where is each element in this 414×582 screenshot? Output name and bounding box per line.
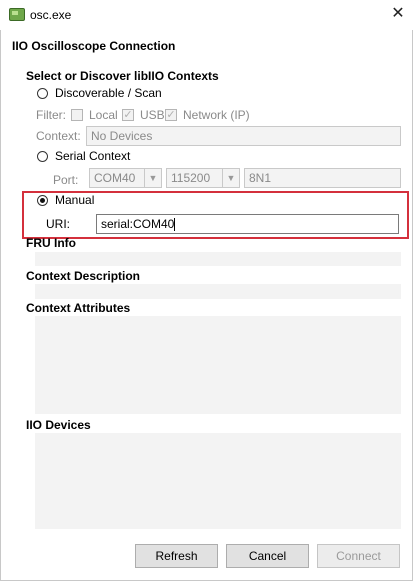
window-title: osc.exe bbox=[30, 8, 72, 22]
context-description-title: Context Description bbox=[26, 269, 141, 283]
port-label: Port: bbox=[53, 173, 79, 187]
uri-label: URI: bbox=[46, 217, 70, 231]
iio-devices-title: IIO Devices bbox=[26, 418, 91, 432]
dialog-heading: IIO Oscilloscope Connection bbox=[12, 39, 176, 53]
iio-devices-panel bbox=[35, 433, 401, 529]
port-value: COM40 bbox=[94, 171, 136, 185]
fru-info-title: FRU Info bbox=[26, 236, 76, 250]
manual-label: Manual bbox=[55, 193, 95, 207]
filter-network-label: Network (IP) bbox=[183, 108, 250, 122]
context-description-panel bbox=[35, 284, 401, 299]
port-combobox[interactable]: COM40 ▼ bbox=[89, 168, 162, 188]
cancel-button-label: Cancel bbox=[248, 549, 287, 563]
context-combobox[interactable]: No Devices bbox=[86, 126, 401, 146]
title-bar: osc.exe ✕ bbox=[0, 0, 414, 30]
chevron-down-icon: ▼ bbox=[144, 169, 161, 187]
connect-button[interactable]: Connect bbox=[317, 544, 400, 568]
serial-format-field[interactable]: 8N1 bbox=[244, 168, 401, 188]
uri-value: serial:COM40 bbox=[101, 217, 175, 231]
connect-button-label: Connect bbox=[336, 549, 381, 563]
filter-usb-checkbox[interactable]: ✓ bbox=[122, 109, 134, 121]
discoverable-radio[interactable] bbox=[37, 88, 48, 99]
baud-combobox[interactable]: 115200 ▼ bbox=[166, 168, 240, 188]
context-attributes-title: Context Attributes bbox=[26, 301, 131, 315]
close-icon[interactable]: ✕ bbox=[388, 4, 408, 24]
text-cursor bbox=[174, 218, 176, 232]
serial-context-label: Serial Context bbox=[55, 149, 131, 163]
serial-format-value: 8N1 bbox=[249, 171, 272, 185]
baud-value: 115200 bbox=[171, 171, 211, 185]
discover-section-title: Select or Discover libIIO Contexts bbox=[26, 69, 219, 83]
refresh-button[interactable]: Refresh bbox=[135, 544, 218, 568]
manual-radio[interactable] bbox=[37, 195, 48, 206]
cancel-button[interactable]: Cancel bbox=[226, 544, 309, 568]
filter-label: Filter: bbox=[36, 108, 66, 122]
context-label: Context: bbox=[36, 129, 81, 143]
chevron-down-icon: ▼ bbox=[222, 169, 239, 187]
fru-info-panel bbox=[35, 252, 401, 266]
filter-network-checkbox[interactable]: ✓ bbox=[165, 109, 177, 121]
filter-local-checkbox[interactable] bbox=[71, 109, 83, 121]
discoverable-label: Discoverable / Scan bbox=[55, 86, 162, 100]
app-icon bbox=[9, 8, 25, 21]
filter-usb-label: USB bbox=[140, 108, 165, 122]
serial-context-radio[interactable] bbox=[37, 151, 48, 162]
filter-local-label: Local bbox=[89, 108, 118, 122]
refresh-button-label: Refresh bbox=[155, 549, 198, 563]
uri-input[interactable]: serial:COM40 bbox=[96, 214, 399, 234]
context-value: No Devices bbox=[91, 129, 153, 143]
context-attributes-panel bbox=[35, 316, 401, 414]
